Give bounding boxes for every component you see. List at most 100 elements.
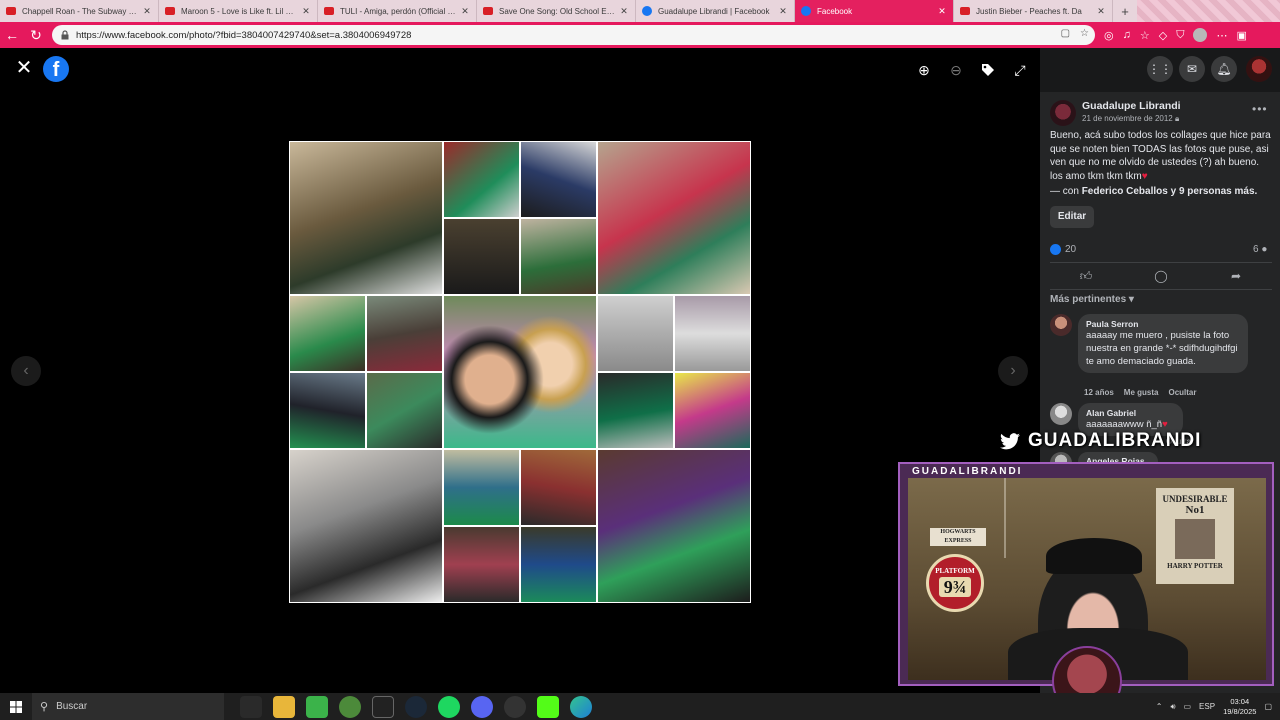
- task-view-icon[interactable]: [239, 695, 262, 718]
- kick-icon[interactable]: [536, 695, 559, 718]
- like-button-icon[interactable]: 👍︎: [1078, 269, 1094, 285]
- tag-icon[interactable]: [980, 62, 996, 78]
- wanted-poster: UNDESIRABLE No1 HARRY POTTER: [1156, 488, 1234, 584]
- youtube-icon: [960, 7, 970, 15]
- chevron-up-icon[interactable]: ⌃: [1156, 702, 1163, 711]
- fullscreen-icon[interactable]: ⤢: [1012, 62, 1028, 78]
- comment-sort-label: Más pertinentes: [1050, 294, 1127, 305]
- post-author[interactable]: Guadalupe Librandi: [1082, 100, 1181, 112]
- language-indicator[interactable]: ESP: [1199, 702, 1215, 711]
- browser-tab[interactable]: Justin Bieber - Peaches ft. Da ✕: [954, 0, 1113, 22]
- poster-name: HARRY POTTER: [1167, 562, 1223, 570]
- comment-count[interactable]: 6 ●: [1253, 244, 1267, 255]
- collage-tile: [597, 372, 674, 449]
- more-options-icon[interactable]: •••: [1252, 102, 1268, 116]
- windows-start-icon[interactable]: [0, 693, 32, 720]
- commenter-name[interactable]: Alan Gabriel: [1086, 408, 1175, 418]
- messenger-icon[interactable]: ✉: [1179, 56, 1205, 82]
- comment-bubble: Paula Serron aaaaay me muero , pusiste l…: [1078, 314, 1248, 373]
- edge-browser-icon[interactable]: [569, 695, 592, 718]
- close-tab-icon[interactable]: ✕: [778, 6, 788, 17]
- edit-button[interactable]: Editar: [1050, 206, 1094, 228]
- new-tab-button[interactable]: +: [1113, 0, 1137, 22]
- twitter-overlay: GUADALIBRANDI: [1000, 428, 1201, 454]
- discord-icon[interactable]: [470, 695, 493, 718]
- collage-tile: [443, 449, 520, 526]
- clock[interactable]: 03:04 19/8/2025: [1223, 697, 1256, 717]
- taskbar-search[interactable]: ⚲ Buscar: [32, 693, 224, 720]
- privacy-lock-icon: 🔒︎: [1174, 114, 1180, 123]
- account-avatar[interactable]: [1246, 56, 1272, 82]
- comment-sort-dropdown[interactable]: Más pertinentes ▾: [1050, 294, 1134, 305]
- facebook-logo[interactable]: f: [43, 56, 69, 82]
- search-placeholder: Buscar: [56, 701, 88, 712]
- url-text: https://www.facebook.com/photo/?fbid=380…: [76, 29, 412, 41]
- browser-tab[interactable]: Save One Song: Old School Editio ✕: [477, 0, 636, 22]
- comment-hide-link[interactable]: Ocultar: [1168, 388, 1196, 397]
- previous-photo-button[interactable]: ‹: [11, 356, 41, 386]
- collage-tile: [597, 141, 751, 295]
- spotify-icon[interactable]: [437, 695, 460, 718]
- menu-icon[interactable]: ⋯: [1216, 29, 1227, 42]
- post-date-text: 21 de noviembre de 2012: [1082, 114, 1173, 123]
- close-tab-icon[interactable]: ✕: [142, 6, 152, 17]
- commenter-avatar[interactable]: [1050, 314, 1072, 336]
- close-tab-icon[interactable]: ✕: [619, 6, 629, 17]
- share-button-icon[interactable]: ➦: [1228, 269, 1244, 285]
- youtube-icon: [6, 7, 16, 15]
- close-icon[interactable]: ✕: [14, 58, 34, 78]
- comment-button-icon[interactable]: ◯: [1153, 269, 1169, 285]
- extension-icon[interactable]: ◎: [1104, 29, 1114, 42]
- commenter-name[interactable]: Paula Serron: [1086, 319, 1240, 329]
- browser-tab-active[interactable]: Facebook ✕: [795, 0, 954, 22]
- lightning-decoration: [1004, 478, 1034, 558]
- browser-tab[interactable]: Maroon 5 - Love is Like ft. Lil Wa ✕: [159, 0, 318, 22]
- browser-tab[interactable]: TULI - Amiga, perdón (Official Vid ✕: [318, 0, 477, 22]
- close-tab-icon[interactable]: ✕: [460, 6, 470, 17]
- zoom-in-icon[interactable]: ⊕: [916, 62, 932, 78]
- reload-button[interactable]: ↻: [24, 22, 48, 48]
- epic-games-icon[interactable]: [371, 695, 394, 718]
- like-reaction-icon[interactable]: [1050, 244, 1061, 255]
- shield-icon[interactable]: ⛉: [1176, 29, 1184, 42]
- steam-icon[interactable]: [404, 695, 427, 718]
- sidebar-icon[interactable]: ▣: [1236, 29, 1246, 42]
- comment-like-link[interactable]: Me gusta: [1124, 388, 1159, 397]
- network-icon[interactable]: ▭: [1183, 702, 1191, 711]
- author-avatar[interactable]: [1050, 100, 1076, 126]
- close-tab-icon[interactable]: ✕: [301, 6, 311, 17]
- apps-menu-icon[interactable]: ⋮⋮: [1147, 56, 1173, 82]
- favorites-icon[interactable]: ☆: [1140, 29, 1150, 42]
- youtube-icon: [483, 7, 493, 15]
- browser-tab[interactable]: Chappell Roan - The Subway (Offi ✕: [0, 0, 159, 22]
- notifications-center-icon[interactable]: ▢: [1264, 702, 1272, 711]
- collage-tile: [674, 295, 751, 372]
- xbox-icon[interactable]: [338, 695, 361, 718]
- notifications-icon[interactable]: 🔔︎: [1211, 56, 1237, 82]
- back-button[interactable]: ←: [0, 22, 24, 48]
- collections-icon[interactable]: ◇: [1159, 29, 1167, 42]
- comment-time[interactable]: 12 años: [1084, 388, 1114, 397]
- close-tab-icon[interactable]: ✕: [1096, 6, 1106, 17]
- commenter-avatar[interactable]: [1050, 403, 1072, 425]
- url-field[interactable]: https://www.facebook.com/photo/?fbid=380…: [52, 25, 1095, 45]
- collage-tile: [289, 141, 443, 295]
- profile-avatar[interactable]: [1193, 28, 1208, 42]
- close-tab-icon[interactable]: ✕: [937, 6, 947, 17]
- post-date[interactable]: 21 de noviembre de 2012 🔒︎: [1082, 114, 1179, 124]
- minecraft-icon[interactable]: [305, 695, 328, 718]
- zoom-out-icon[interactable]: ⊖: [948, 62, 964, 78]
- reader-view-icon[interactable]: ▢: [1061, 28, 1070, 39]
- obs-icon[interactable]: [503, 695, 526, 718]
- file-explorer-icon[interactable]: [272, 695, 295, 718]
- like-count[interactable]: 20: [1065, 244, 1076, 255]
- extension-icon[interactable]: ♫: [1123, 29, 1131, 41]
- collage-tile: [674, 372, 751, 449]
- browser-tab[interactable]: Guadalupe Librandi | Facebook ✕: [636, 0, 795, 22]
- tagged-names-link[interactable]: Federico Ceballos y 9 personas más.: [1082, 186, 1258, 197]
- bookmark-star-icon[interactable]: ☆: [1080, 28, 1089, 39]
- volume-icon[interactable]: 🔊︎: [1170, 702, 1175, 712]
- collage-tile: [289, 295, 366, 372]
- next-photo-button[interactable]: ›: [998, 356, 1028, 386]
- twitter-handle: GUADALIBRANDI: [1028, 430, 1202, 451]
